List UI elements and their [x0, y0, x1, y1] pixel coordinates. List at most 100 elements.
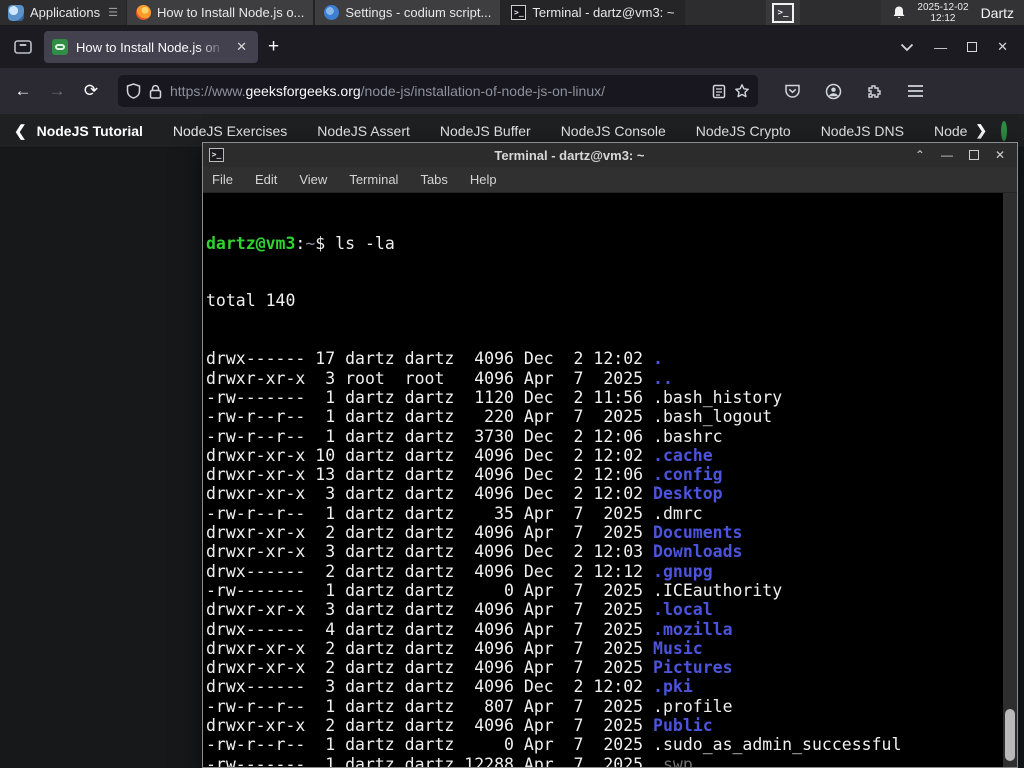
nav-item-nodejs-dns[interactable]: NodeJS DNS	[821, 123, 904, 139]
terminal-close-button[interactable]: ✕	[995, 148, 1005, 162]
url-prefix: https://www.	[170, 83, 246, 99]
window-close-button[interactable]: ✕	[997, 39, 1008, 55]
terminal-scrollbar-thumb[interactable]	[1005, 709, 1015, 761]
pocket-save-icon[interactable]	[784, 83, 801, 100]
nav-item-nodejs-tutorial[interactable]: NodeJS Tutorial	[37, 123, 143, 139]
terminal-line: -rw-r--r-- 1 dartz dartz 0 Apr 7 2025 .s…	[206, 735, 902, 755]
extensions-puzzle-icon[interactable]	[866, 83, 883, 100]
applications-menu-button[interactable]: Applications ☰	[0, 0, 126, 25]
file-name: .local	[653, 600, 713, 620]
file-name: Documents	[653, 523, 743, 543]
terminal-scrollbar[interactable]	[1003, 193, 1017, 767]
terminal-screen: dartz@vm3:~$ ls -la total 140 drwx------…	[206, 195, 1001, 767]
terminal-line: drwxr-xr-x 3 root root 4096 Apr 7 2025 .…	[206, 368, 673, 388]
menu-file[interactable]: File	[203, 169, 242, 190]
back-button[interactable]: ←	[8, 76, 38, 106]
file-name: .	[653, 349, 663, 369]
terminal-line: -rw------- 1 dartz dartz 12288 Apr 7 202…	[206, 755, 1001, 767]
file-name: .swp	[653, 754, 693, 767]
window-maximize-button[interactable]	[967, 42, 978, 52]
terminal-icon: >_	[209, 148, 224, 162]
file-name: .ICEauthority	[653, 580, 783, 600]
notification-bell-icon[interactable]	[891, 5, 907, 21]
window-minimize-button[interactable]: —	[934, 40, 947, 55]
geeksforgeeks-favicon	[52, 39, 68, 55]
menu-terminal[interactable]: Terminal	[340, 169, 407, 190]
menu-help[interactable]: Help	[461, 169, 506, 190]
tracking-shield-icon[interactable]	[126, 83, 141, 99]
menu-tabs[interactable]: Tabs	[411, 169, 456, 190]
user-menu[interactable]: Dartz	[979, 5, 1014, 21]
url-text: https://www.geeksforgeeks.org/node-js/in…	[170, 83, 704, 99]
panel-clock[interactable]: 2025-12-02 12:12	[917, 2, 968, 24]
file-name: .config	[653, 465, 723, 485]
terminal-line: -rw-r--r-- 1 dartz dartz 807 Apr 7 2025 …	[206, 696, 733, 716]
file-name: Downloads	[653, 542, 743, 562]
terminal-line: -rw-r--r-- 1 dartz dartz 3730 Dec 2 12:0…	[206, 426, 723, 446]
reader-view-icon[interactable]	[712, 84, 726, 99]
nav-item-nodejs-crypto[interactable]: NodeJS Crypto	[696, 123, 791, 139]
menu-lines-icon: ☰	[108, 7, 118, 19]
browser-tab-active[interactable]: How to Install Node.js on ✕	[44, 31, 258, 63]
nav-scroll-right-chevron[interactable]: ❯	[975, 122, 987, 139]
lock-icon[interactable]	[149, 84, 162, 99]
terminal-body[interactable]: dartz@vm3:~$ ls -la total 140 drwx------…	[203, 193, 1017, 767]
terminal-line: drwx------ 17 dartz dartz 4096 Dec 2 12:…	[206, 349, 663, 369]
url-host: geeksforgeeks.org	[245, 83, 361, 99]
clock-date: 2025-12-02	[917, 1, 969, 13]
firefox-view-icon	[14, 40, 32, 54]
menu-edit[interactable]: Edit	[246, 169, 286, 190]
terminal-menubar: File Edit View Terminal Tabs Help	[203, 167, 1017, 193]
taskbar-window-vscodium[interactable]: Settings - codium script...	[314, 0, 502, 25]
taskbar-window-firefox[interactable]: How to Install Node.js o...	[125, 0, 315, 25]
forward-button[interactable]: →	[42, 76, 72, 106]
account-profile-icon[interactable]	[825, 83, 842, 100]
terminal-line: drwxr-xr-x 3 dartz dartz 4096 Dec 2 12:0…	[206, 484, 723, 504]
file-name: Music	[653, 638, 703, 658]
menu-view[interactable]: View	[290, 169, 336, 190]
nav-item-nodejs-assert[interactable]: NodeJS Assert	[317, 123, 410, 139]
nav-scroll-left-chevron[interactable]: ❮	[14, 122, 27, 140]
hamburger-menu-icon[interactable]	[907, 84, 924, 98]
prompt-suffix: $	[315, 233, 326, 253]
terminal-line: -rw------- 1 dartz dartz 1120 Dec 2 11:5…	[206, 387, 783, 407]
search-icon[interactable]	[1001, 120, 1008, 141]
terminal-maximize-button[interactable]	[968, 150, 979, 160]
file-name: Desktop	[653, 484, 723, 504]
terminal-line: drwxr-xr-x 2 dartz dartz 4096 Apr 7 2025…	[206, 658, 733, 678]
taskbar-window-terminal[interactable]: >_ Terminal - dartz@vm3: ~	[501, 0, 685, 25]
file-name: .bash_logout	[653, 407, 773, 427]
firefox-icon	[135, 5, 151, 20]
terminal-minimize-button[interactable]: —	[941, 148, 953, 162]
toolbar-right-icons	[784, 83, 924, 100]
terminal-shade-button[interactable]: ⌃	[915, 148, 925, 162]
firefox-tab-bar: How to Install Node.js on ✕ + — ✕	[0, 26, 1024, 68]
url-bar[interactable]: https://www.geeksforgeeks.org/node-js/in…	[118, 75, 758, 107]
vscodium-icon	[324, 5, 340, 20]
terminal-line: -rw-r--r-- 1 dartz dartz 35 Apr 7 2025 .…	[206, 503, 703, 523]
file-name: .pki	[653, 677, 693, 697]
panel-spacer	[800, 0, 881, 25]
terminal-line: drwxr-xr-x 2 dartz dartz 4096 Apr 7 2025…	[206, 716, 713, 736]
nav-item-node-truncated[interactable]: Node	[934, 123, 967, 139]
file-name: Public	[653, 716, 713, 736]
new-tab-button[interactable]: +	[258, 36, 289, 58]
bookmark-star-icon[interactable]	[734, 83, 750, 99]
terminal-line: drwxr-xr-x 2 dartz dartz 4096 Apr 7 2025…	[206, 523, 743, 543]
terminal-line: drwx------ 2 dartz dartz 4096 Dec 2 12:1…	[206, 561, 713, 581]
xfce-logo-icon	[8, 4, 24, 21]
tab-close-button[interactable]: ✕	[233, 38, 250, 56]
nav-item-nodejs-buffer[interactable]: NodeJS Buffer	[440, 123, 531, 139]
terminal-icon: >_	[511, 5, 527, 20]
nav-item-nodejs-exercises[interactable]: NodeJS Exercises	[173, 123, 287, 139]
terminal-titlebar[interactable]: >_ Terminal - dartz@vm3: ~ ⌃ — ✕	[203, 143, 1017, 167]
reload-button[interactable]: ⟳	[76, 76, 106, 106]
tray-terminal-launcher[interactable]: >_	[765, 0, 800, 25]
firefox-view-button[interactable]	[8, 33, 38, 61]
list-all-tabs-chevron-icon[interactable]	[900, 43, 914, 52]
terminal-line: drwxr-xr-x 3 dartz dartz 4096 Dec 2 12:0…	[206, 542, 743, 562]
nav-item-nodejs-console[interactable]: NodeJS Console	[561, 123, 666, 139]
terminal-total-line: total 140	[206, 291, 296, 311]
terminal-window-controls: ⌃ — ✕	[915, 148, 1017, 162]
file-name: .bashrc	[653, 426, 723, 446]
